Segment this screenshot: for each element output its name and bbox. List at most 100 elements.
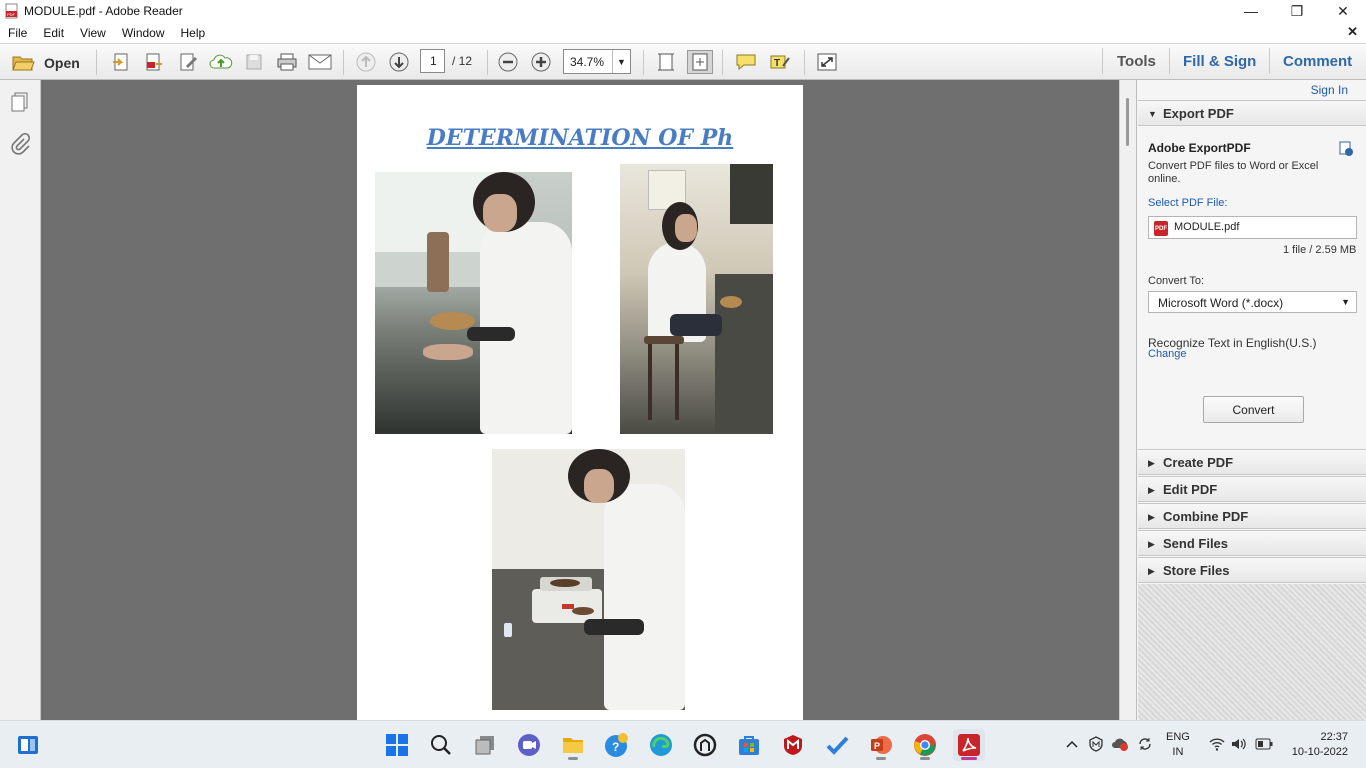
task-view-widget-icon[interactable] xyxy=(12,729,44,761)
create-pdf-icon[interactable] xyxy=(108,50,134,74)
menu-view[interactable]: View xyxy=(72,26,114,40)
zoom-select[interactable]: 34.7% ▼ xyxy=(563,49,631,74)
chevron-right-icon: ▶ xyxy=(1148,485,1155,495)
toolbar-divider xyxy=(1269,48,1270,74)
save-icon[interactable] xyxy=(241,50,267,74)
create-pdf-label: Create PDF xyxy=(1163,455,1234,470)
edit-pdf-icon[interactable] xyxy=(175,50,201,74)
open-button-label[interactable]: Open xyxy=(44,55,80,71)
tools-pane: Sign In ▼ Export PDF Adobe ExportPDF Con… xyxy=(1136,80,1366,720)
mcafee-icon[interactable] xyxy=(777,729,809,761)
sign-in-link[interactable]: Sign In xyxy=(1311,83,1348,97)
microsoft-store-icon[interactable] xyxy=(733,729,765,761)
zoom-out-icon[interactable] xyxy=(495,50,521,74)
file-explorer-icon[interactable] xyxy=(557,729,589,761)
selected-file-name: MODULE.pdf xyxy=(1174,221,1240,233)
upload-cloud-icon[interactable] xyxy=(208,50,234,74)
chevron-right-icon: ▶ xyxy=(1148,512,1155,522)
previous-page-icon[interactable] xyxy=(353,50,379,74)
create-pdf-section-header[interactable]: ▶ Create PDF xyxy=(1138,449,1366,475)
search-icon[interactable] xyxy=(425,729,457,761)
scrollbar-thumb[interactable] xyxy=(1126,98,1129,146)
selected-file-field[interactable]: PDF MODULE.pdf xyxy=(1148,216,1357,239)
export-description: Convert PDF files to Word or Excel onlin… xyxy=(1148,160,1319,185)
menu-edit[interactable]: Edit xyxy=(35,26,72,40)
cloud-sync-error-icon[interactable] xyxy=(1111,736,1129,755)
next-page-icon[interactable] xyxy=(386,50,412,74)
attachments-icon[interactable] xyxy=(9,132,31,158)
sticky-note-icon[interactable] xyxy=(733,50,759,74)
comment-tab[interactable]: Comment xyxy=(1283,53,1352,70)
print-icon[interactable] xyxy=(274,50,300,74)
tips-icon[interactable]: ? xyxy=(601,729,633,761)
system-clock[interactable]: 22:37 10-10-2022 xyxy=(1284,730,1348,760)
store-files-section-header[interactable]: ▶ Store Files xyxy=(1138,557,1366,583)
minimize-button[interactable]: — xyxy=(1228,0,1274,22)
open-folder-icon[interactable] xyxy=(10,50,36,74)
pdf-page: DETERMINATION OF Ph xyxy=(357,85,803,720)
highlight-text-icon[interactable]: T xyxy=(767,50,793,74)
toolbar-divider xyxy=(96,50,97,75)
chevron-up-icon[interactable] xyxy=(1064,736,1080,755)
chevron-down-icon[interactable]: ▼ xyxy=(612,50,630,73)
menu-window[interactable]: Window xyxy=(114,26,173,40)
clock-date: 10-10-2022 xyxy=(1291,746,1348,758)
chrome-icon[interactable] xyxy=(909,729,941,761)
start-icon[interactable] xyxy=(381,729,413,761)
adobe-reader-taskbar-icon[interactable] xyxy=(953,729,985,761)
security-tray-icon[interactable] xyxy=(1088,736,1104,755)
zoom-in-icon[interactable] xyxy=(528,50,554,74)
svg-text:?: ? xyxy=(612,740,619,754)
full-screen-icon[interactable] xyxy=(814,50,840,74)
document-viewport[interactable]: DETERMINATION OF Ph xyxy=(41,80,1119,720)
powerpoint-icon[interactable]: P xyxy=(865,729,897,761)
zoom-value[interactable]: 34.7% xyxy=(570,55,604,69)
export-info-icon[interactable] xyxy=(1337,140,1355,161)
running-indicator xyxy=(568,757,578,760)
export-pdf-icon[interactable] xyxy=(141,50,167,74)
toolbar-divider xyxy=(804,50,805,75)
menu-help[interactable]: Help xyxy=(173,26,214,40)
empty-pane-area xyxy=(1138,584,1366,720)
close-document-icon[interactable]: ✕ xyxy=(1347,24,1358,40)
chevron-down-icon[interactable]: ▼ xyxy=(1341,297,1350,307)
battery-icon[interactable] xyxy=(1255,738,1273,753)
page-thumbnails-icon[interactable] xyxy=(9,91,31,116)
navigation-pane xyxy=(0,80,41,720)
convert-format-select[interactable]: Microsoft Word (*.docx) ▼ xyxy=(1148,291,1357,313)
export-pdf-label: Export PDF xyxy=(1163,106,1234,121)
volume-icon[interactable] xyxy=(1231,737,1247,754)
send-files-section-header[interactable]: ▶ Send Files xyxy=(1138,530,1366,556)
scrolling-mode-icon[interactable] xyxy=(653,50,679,74)
wifi-icon[interactable] xyxy=(1209,737,1225,754)
convert-button[interactable]: Convert xyxy=(1203,396,1304,423)
page-number-input[interactable]: 1 xyxy=(420,49,445,73)
app-circle-icon[interactable] xyxy=(689,729,721,761)
video-chat-icon[interactable] xyxy=(513,729,545,761)
svg-text:T: T xyxy=(774,58,780,69)
edit-pdf-section-header[interactable]: ▶ Edit PDF xyxy=(1138,476,1366,502)
input-language-indicator[interactable]: ENG IN xyxy=(1166,730,1190,760)
task-view-icon[interactable] xyxy=(469,729,501,761)
export-service-title: Adobe ExportPDF xyxy=(1148,141,1251,155)
email-icon[interactable] xyxy=(307,50,333,74)
edge-browser-icon[interactable] xyxy=(645,729,677,761)
todo-icon[interactable] xyxy=(821,729,853,761)
restore-button[interactable]: ❐ xyxy=(1274,0,1320,22)
fit-page-icon[interactable] xyxy=(687,50,713,74)
change-language-link[interactable]: Change xyxy=(1148,348,1187,360)
close-button[interactable]: ✕ xyxy=(1320,0,1366,22)
export-pdf-section-header[interactable]: ▼ Export PDF xyxy=(1138,100,1366,126)
vertical-scrollbar[interactable] xyxy=(1119,80,1136,720)
toolbar-divider xyxy=(722,50,723,75)
active-indicator xyxy=(961,757,977,760)
fill-sign-tab[interactable]: Fill & Sign xyxy=(1183,53,1256,70)
tools-tab[interactable]: Tools xyxy=(1117,53,1156,70)
toolbar-divider xyxy=(343,50,344,75)
sync-tray-icon[interactable] xyxy=(1137,736,1153,755)
store-files-label: Store Files xyxy=(1163,563,1230,578)
window-title: MODULE.pdf - Adobe Reader xyxy=(24,4,183,18)
combine-pdf-section-header[interactable]: ▶ Combine PDF xyxy=(1138,503,1366,529)
chevron-right-icon: ▶ xyxy=(1148,566,1155,576)
menu-file[interactable]: File xyxy=(0,26,35,40)
